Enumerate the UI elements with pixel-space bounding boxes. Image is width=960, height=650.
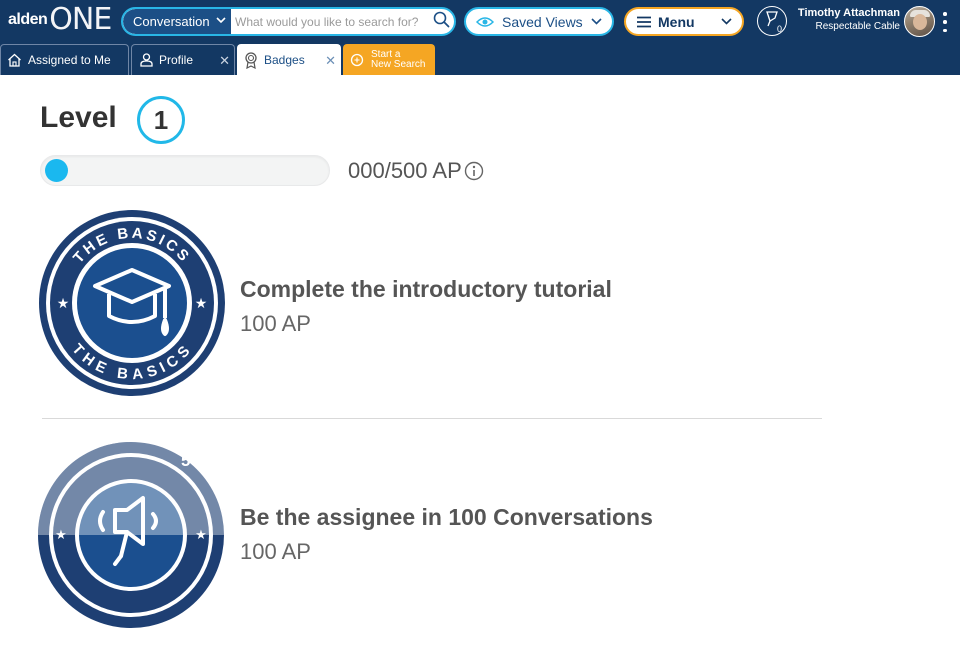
ap-progress-bar [40,155,330,186]
svg-text:★: ★ [195,295,208,311]
saved-views-label: Saved Views [502,13,583,30]
ap-progress-fill [45,159,68,182]
search-type-dropdown[interactable]: Conversation [123,9,231,34]
badge-progress-percent: 50% [181,451,215,470]
avatar[interactable] [904,6,935,37]
ap-progress-value: 000/500 AP [348,158,462,183]
top-header: alden ONE Conversation Saved Views Menu [0,0,960,75]
info-icon[interactable] [464,161,484,181]
badge-title: Complete the introductory tutorial [240,276,612,302]
tab-bar: Assigned to Me Profile ✕ Badges ✕ Start … [0,44,437,75]
more-options-icon[interactable] [942,12,948,32]
saved-views-dropdown[interactable]: Saved Views [464,7,614,36]
ribbon-icon [244,51,258,69]
user-organization: Respectable Cable [815,21,901,32]
tab-badges[interactable]: Badges ✕ [237,44,341,75]
svg-text:★: ★ [55,527,67,542]
home-icon [7,53,22,67]
eye-icon [476,16,494,28]
avatar-face [913,14,927,30]
new-search-line2: New Search [371,59,426,70]
tab-profile[interactable]: Profile ✕ [131,44,235,75]
search-group: Conversation [121,7,456,36]
search-input[interactable] [231,9,428,34]
ap-progress-text: 000/500 AP [348,158,484,184]
main-menu-button[interactable]: Menu [624,7,744,36]
badge-assignee-image[interactable]: ★ ★ 50% [35,438,227,635]
badge-basics-image[interactable]: THE BASICS THE BASICS ★ ★ [37,208,227,403]
user-info[interactable]: Timothy Attachman Respectable Cable [798,7,900,33]
menu-label: Menu [658,13,695,30]
tab-label: Assigned to Me [28,53,111,67]
tab-label: Profile [159,53,194,67]
close-icon[interactable]: ✕ [219,53,230,69]
user-name: Timothy Attachman [797,7,900,19]
badge-ap-value: 100 AP [240,311,311,336]
badge-ap-value: 100 AP [240,539,311,564]
level-title: Level [40,101,117,134]
search-plus-icon [350,53,365,68]
search-icon [433,11,450,33]
close-icon[interactable]: ✕ [325,53,336,69]
app-logo[interactable]: alden ONE [8,2,112,37]
tab-new-search[interactable]: Start a New Search [343,44,435,75]
logo-alden-text: alden [8,11,48,28]
tab-assigned-to-me[interactable]: Assigned to Me [0,44,129,75]
notifications-button[interactable]: 0 [757,6,787,36]
chevron-down-icon [721,18,732,25]
search-type-label: Conversation [133,14,210,29]
chevron-down-icon [591,18,602,25]
hamburger-icon [636,16,652,28]
search-button[interactable] [428,9,454,34]
badge-title: Be the assignee in 100 Conversations [240,504,653,530]
logo-one-text: ONE [49,2,112,37]
notification-count: 0 [776,24,782,34]
svg-text:★: ★ [57,295,70,311]
svg-text:★: ★ [195,527,207,542]
tab-label: Badges [264,53,305,67]
level-number-badge: 1 [137,96,185,144]
user-icon [140,53,153,67]
chevron-down-icon [216,16,226,27]
badge-divider [42,418,822,419]
